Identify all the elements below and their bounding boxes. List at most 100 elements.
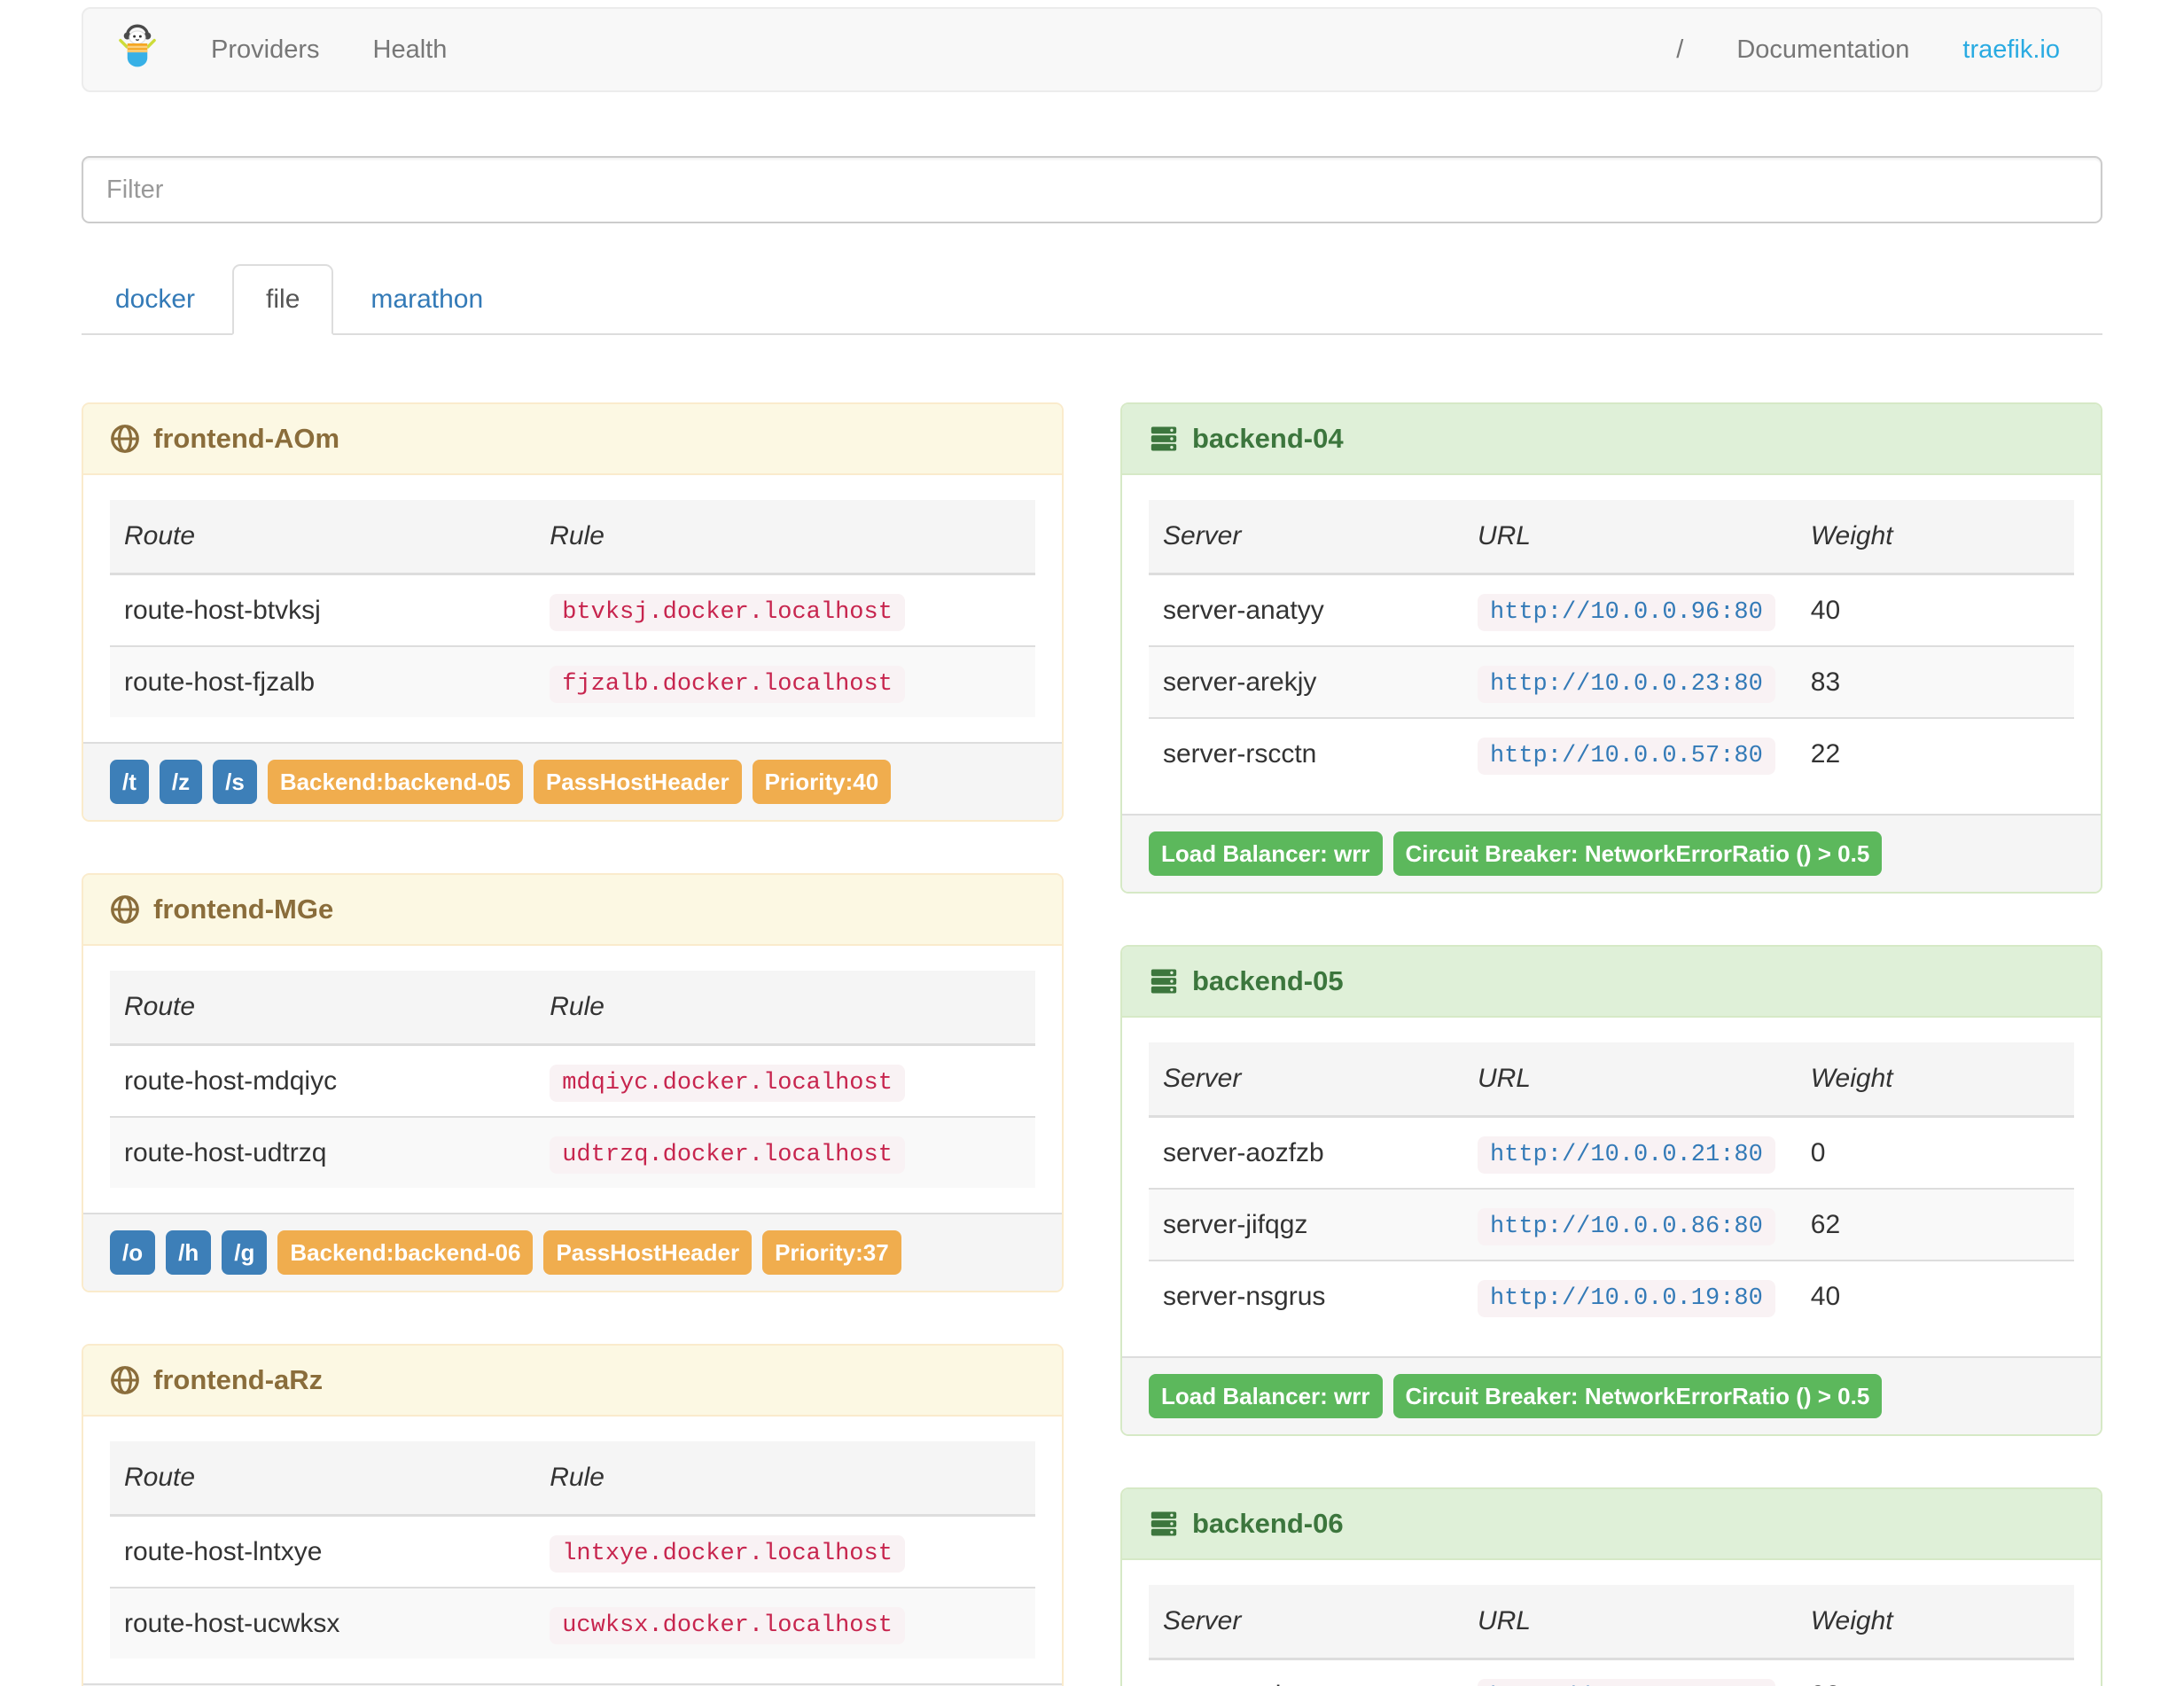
server-url-code: http://10.0.0.23:80 (1477, 666, 1775, 703)
server-weight: 40 (1810, 595, 1841, 625)
tab-docker[interactable]: docker (82, 264, 229, 335)
routes-header-row: Route Rule (110, 971, 1035, 1046)
rule-code: fjzalb.docker.localhost (550, 666, 905, 703)
column-rule: Rule (535, 1441, 1035, 1517)
route-name: route-host-ucwksx (110, 1587, 536, 1659)
tab-marathon[interactable]: marathon (337, 264, 517, 335)
table-row: route-host-fjzalb fjzalb.docker.localhos… (110, 645, 1035, 717)
frontend-panel: frontend-MGe Route Rule route-host-mdqiy… (82, 873, 1064, 1292)
frontend-panel-footer: /t /z /s Backend:backend-05 PassHostHead… (83, 742, 1062, 820)
column-server: Server (1149, 1585, 1463, 1660)
frontend-panel-footer: /o /h /g Backend:backend-06 PassHostHead… (83, 1213, 1062, 1291)
path-badge: /g (222, 1230, 268, 1275)
frontend-panel-title: frontend-aRz (153, 1364, 324, 1395)
server-url-code: http://10.0.0.86:80 (1477, 1208, 1775, 1245)
navbar: Providers Health / Documentation traefik… (82, 7, 2102, 92)
backend-panel-title: backend-05 (1192, 965, 1344, 996)
table-row: server-jifqgz http://10.0.0.86:80 62 (1149, 1188, 2074, 1261)
column-weight: Weight (1796, 500, 2074, 575)
column-route: Route (110, 971, 536, 1046)
passhostheader-badge: PassHostHeader (543, 1230, 753, 1275)
backend-panel-footer: Load Balancer: wrr Circuit Breaker: Netw… (1122, 1356, 2101, 1434)
server-name: server-nsgrus (1149, 1260, 1463, 1331)
servers-table: Server URL Weight server-opbuop http://1… (1149, 1585, 2074, 1686)
server-weight: 22 (1796, 717, 2074, 789)
table-row: server-nsgrus http://10.0.0.19:80 40 (1149, 1260, 2074, 1331)
frontend-panel-heading: frontend-AOm (83, 404, 1062, 475)
passhostheader-badge: PassHostHeader (533, 760, 742, 804)
table-row: route-host-lntxye lntxye.docker.localhos… (110, 1516, 1035, 1588)
nav-link-slash[interactable]: / (1650, 7, 1710, 92)
frontend-panel-title: frontend-MGe (153, 894, 334, 925)
table-row: route-host-btvksj btvksj.docker.localhos… (110, 574, 1035, 647)
filter-input[interactable] (82, 156, 2102, 223)
table-row: server-opbuop http://10.0.0.18:80 92 (1149, 1659, 2074, 1686)
frontend-panel-body: Route Rule route-host-mdqiyc mdqiyc.dock… (83, 946, 1062, 1213)
column-route: Route (110, 500, 536, 575)
globe-icon (110, 1365, 140, 1395)
frontend-panel: frontend-AOm Route Rule route-host-btvks… (82, 402, 1064, 822)
server-name: server-aozfzb (1163, 1137, 1324, 1167)
column-server: Server (1149, 1042, 1463, 1118)
column-rule: Rule (535, 971, 1035, 1046)
frontend-panel-body: Route Rule route-host-lntxye lntxye.dock… (83, 1417, 1062, 1683)
routes-header-row: Route Rule (110, 1441, 1035, 1517)
column-route: Route (110, 1441, 536, 1517)
rule-code: ucwksx.docker.localhost (550, 1607, 905, 1644)
frontends-column: frontend-AOm Route Rule route-host-btvks… (82, 402, 1064, 1686)
column-server: Server (1149, 500, 1463, 575)
server-name: server-rscctn (1149, 717, 1463, 789)
table-row: server-rscctn http://10.0.0.57:80 22 (1149, 717, 2074, 789)
nav-link-health[interactable]: Health (347, 7, 474, 92)
provider-tabs: docker file marathon (82, 264, 2102, 335)
server-weight: 0 (1810, 1137, 1826, 1167)
rule-code: btvksj.docker.localhost (550, 594, 905, 631)
column-url: URL (1462, 500, 1797, 575)
tab-file[interactable]: file (232, 264, 334, 335)
backend-panel-title: backend-06 (1192, 1508, 1344, 1539)
server-icon (1149, 1509, 1179, 1539)
circuit-breaker-badge: Circuit Breaker: NetworkErrorRatio () > … (1392, 1374, 1883, 1418)
rule-code: lntxye.docker.localhost (550, 1535, 905, 1573)
servers-header-row: Server URL Weight (1149, 1042, 2074, 1118)
traefik-logo[interactable] (83, 24, 184, 76)
table-row: route-host-udtrzq udtrzq.docker.localhos… (110, 1116, 1035, 1188)
server-url-code: http://10.0.0.96:80 (1477, 594, 1775, 631)
server-url-code: http://10.0.0.18:80 (1477, 1679, 1775, 1686)
backend-panel-body: Server URL Weight server-aozfzb http://1… (1122, 1018, 2101, 1356)
column-url: URL (1462, 1585, 1797, 1660)
server-url-code: http://10.0.0.19:80 (1477, 1280, 1775, 1317)
frontend-panel: frontend-aRz Route Rule route-host-lntxy… (82, 1344, 1064, 1686)
server-url-code: http://10.0.0.21:80 (1477, 1136, 1775, 1174)
backend-panel: backend-04 Server URL Weight server-anat… (1120, 402, 2102, 894)
path-badge: /o (110, 1230, 156, 1275)
priority-badge: Priority:40 (752, 760, 892, 804)
path-badge: /s (213, 760, 257, 804)
table-row: server-aozfzb http://10.0.0.21:80 0 (1149, 1117, 2074, 1190)
path-badge: /z (159, 760, 203, 804)
frontend-panel-body: Route Rule route-host-btvksj btvksj.dock… (83, 475, 1062, 742)
filter-bar (82, 156, 2102, 223)
globe-icon (110, 894, 140, 925)
globe-icon (110, 424, 140, 454)
frontend-panel-heading: frontend-MGe (83, 875, 1062, 946)
backend-panel: backend-05 Server URL Weight server-aozf… (1120, 945, 2102, 1436)
table-row: route-host-ucwksx ucwksx.docker.localhos… (110, 1587, 1035, 1659)
rule-code: mdqiyc.docker.localhost (550, 1065, 905, 1102)
frontend-panel-title: frontend-AOm (153, 423, 340, 454)
routes-table: Route Rule route-host-btvksj btvksj.dock… (110, 500, 1035, 717)
nav-link-documentation[interactable]: Documentation (1710, 7, 1936, 92)
server-weight: 83 (1796, 645, 2074, 718)
routes-header-row: Route Rule (110, 500, 1035, 575)
server-weight: 40 (1796, 1260, 2074, 1331)
server-name: server-jifqgz (1149, 1188, 1463, 1261)
navbar-right: / Documentation traefik.io (1650, 7, 2101, 92)
priority-badge: Priority:37 (762, 1230, 901, 1275)
traefik-mascot-icon (113, 24, 161, 76)
server-name: server-anatyy (1163, 595, 1324, 625)
route-name: route-host-lntxye (124, 1536, 323, 1566)
nav-link-providers[interactable]: Providers (184, 7, 347, 92)
backend-panel-heading: backend-04 (1122, 404, 2101, 475)
nav-link-traefik-io[interactable]: traefik.io (1936, 7, 2086, 92)
routes-table: Route Rule route-host-mdqiyc mdqiyc.dock… (110, 971, 1035, 1188)
